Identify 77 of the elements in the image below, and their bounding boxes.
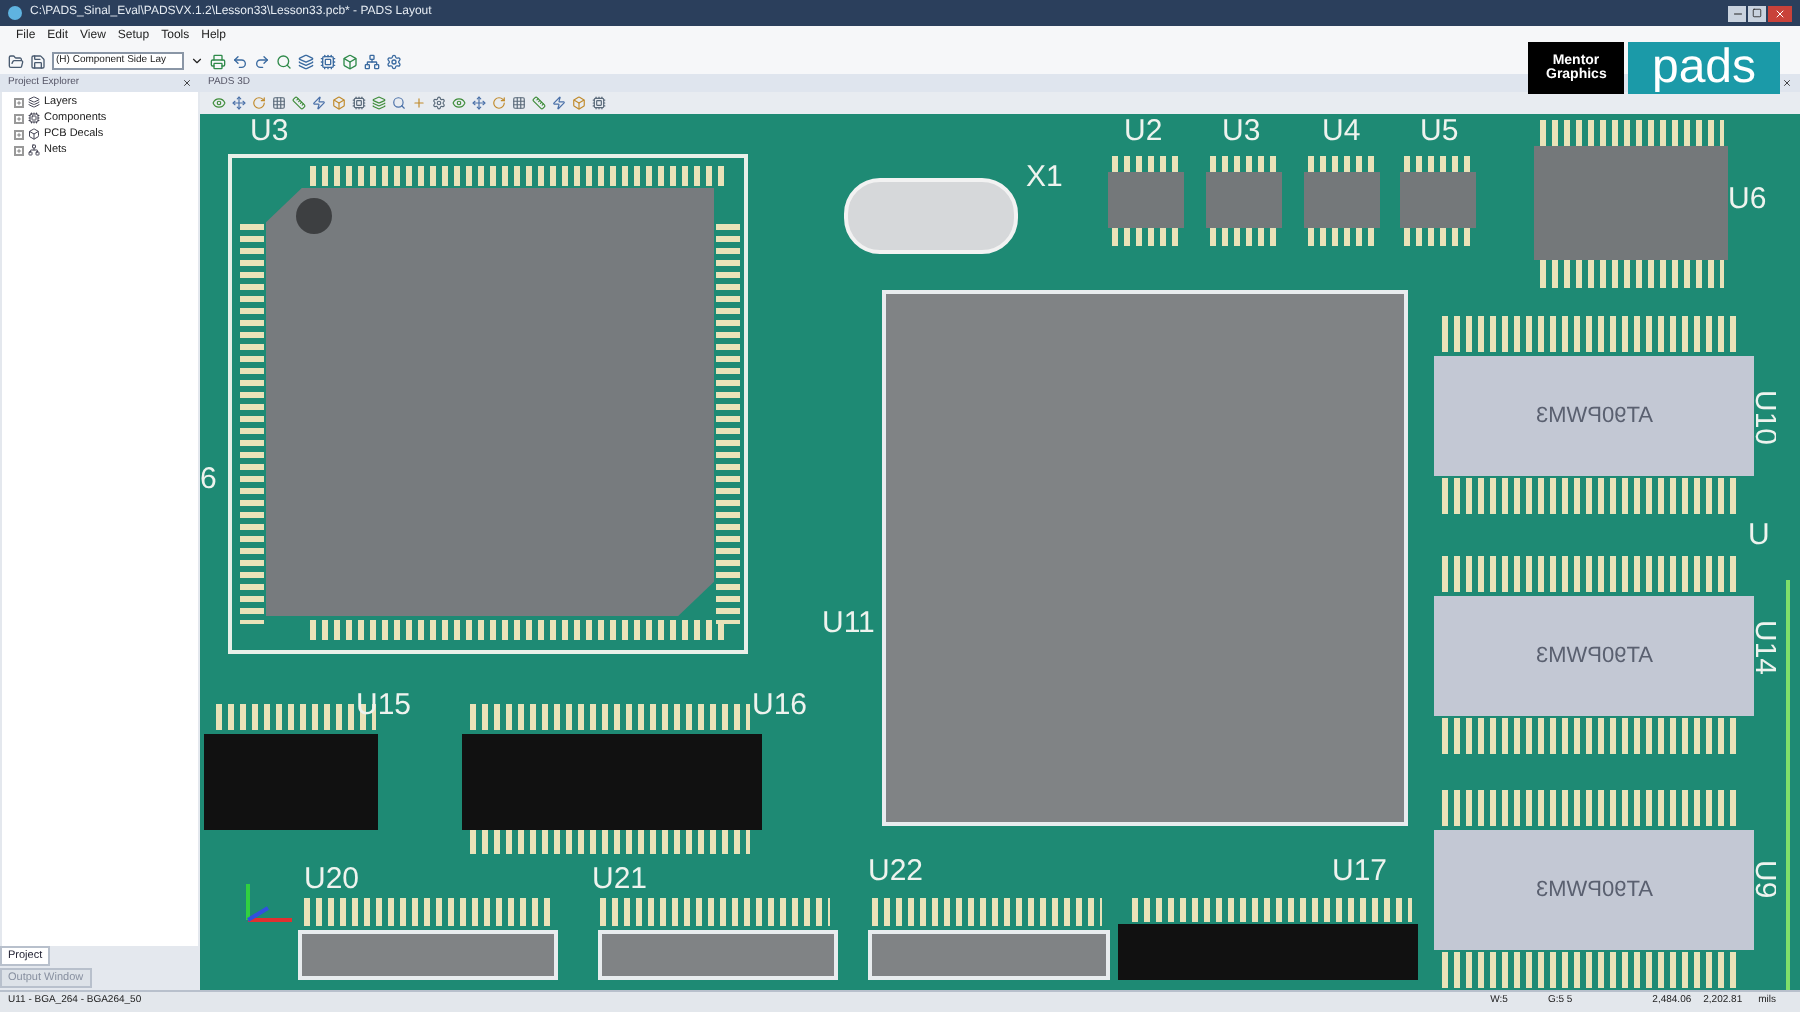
tree-icon [28, 144, 40, 156]
pin-row [1404, 156, 1472, 172]
component-label: U22 [868, 856, 924, 886]
tool-icon[interactable] [342, 53, 358, 69]
maximize-button[interactable] [1748, 5, 1766, 21]
expander[interactable] [14, 129, 24, 139]
expander[interactable] [14, 113, 24, 123]
component-label: U3 [1222, 116, 1261, 146]
pin-row [1112, 228, 1180, 246]
tool-icon[interactable] [298, 53, 314, 69]
tool-icon[interactable] [552, 96, 566, 110]
tool-icon[interactable] [276, 53, 292, 69]
tool-icon[interactable] [392, 96, 406, 110]
expander[interactable] [14, 145, 24, 155]
tool-icon[interactable] [30, 53, 46, 69]
pin-row [1308, 228, 1376, 246]
tree-icon [28, 96, 40, 108]
tool-icon[interactable] [8, 53, 24, 69]
tool-icon[interactable] [312, 96, 326, 110]
tool-icon[interactable] [512, 96, 526, 110]
minimize-icon [1731, 7, 1743, 19]
dropdown-caret-icon[interactable] [190, 54, 204, 68]
soic-chip [1206, 172, 1282, 228]
component-label: U4 [1322, 116, 1361, 146]
tool-icon[interactable] [452, 96, 466, 110]
close-button[interactable] [1768, 5, 1792, 21]
tree-icon [28, 112, 40, 124]
tool-icon[interactable] [386, 53, 402, 69]
tree-icon [28, 128, 40, 140]
tool-icon[interactable] [352, 96, 366, 110]
chip-marking: AT90PWM3 [1535, 641, 1653, 672]
tool-icon[interactable] [320, 53, 336, 69]
chip-marking: AT90PWM3 [1535, 401, 1653, 432]
tool-icon[interactable] [210, 53, 226, 69]
logo-product: pads [1651, 44, 1757, 92]
component-label: U14 [1750, 620, 1776, 676]
component-label: U15 [356, 690, 412, 720]
tool-icon[interactable] [254, 53, 270, 69]
tool-icon[interactable] [212, 96, 226, 110]
soic-chip [1108, 172, 1184, 228]
component-label: U3 [250, 116, 289, 146]
soic-chip [1304, 172, 1380, 228]
axis-icon [240, 880, 296, 924]
tool-icon[interactable] [272, 96, 286, 110]
component-label: U [1748, 520, 1770, 550]
tool-icon[interactable] [532, 96, 546, 110]
expander[interactable] [14, 97, 24, 107]
tool-icon[interactable] [372, 96, 386, 110]
component-label: U6 [1728, 184, 1767, 214]
tool-icon[interactable] [472, 96, 486, 110]
component-label: U17 [1332, 856, 1388, 886]
close-icon [1774, 7, 1786, 19]
tool-icon[interactable] [232, 53, 248, 69]
app-icon [8, 6, 22, 20]
pin-row [1210, 228, 1278, 246]
minimize-button[interactable] [1728, 5, 1746, 21]
chip-marking: AT90PWM3 [1535, 875, 1653, 906]
tool-icon[interactable] [232, 96, 246, 110]
component-label: U21 [592, 864, 648, 894]
pin-row [1210, 156, 1278, 172]
component-label: U16 [752, 690, 808, 720]
tool-icon[interactable] [292, 96, 306, 110]
component-label: U5 [1420, 116, 1459, 146]
tool-icon[interactable] [364, 53, 380, 69]
component-label: U11 [822, 608, 875, 638]
component-label: X1 [1026, 162, 1063, 192]
tool-icon[interactable] [592, 96, 606, 110]
component-label: U20 [304, 864, 360, 894]
component-label: U2 [1124, 116, 1163, 146]
pin-row [1404, 228, 1472, 246]
scroll-bar[interactable] [1786, 580, 1790, 990]
tool-icon[interactable] [432, 96, 446, 110]
pin-row [1112, 156, 1180, 172]
pin-row [1308, 156, 1376, 172]
component-label: 6 [200, 464, 217, 494]
maximize-icon [1752, 8, 1762, 18]
soic-chip [1400, 172, 1476, 228]
